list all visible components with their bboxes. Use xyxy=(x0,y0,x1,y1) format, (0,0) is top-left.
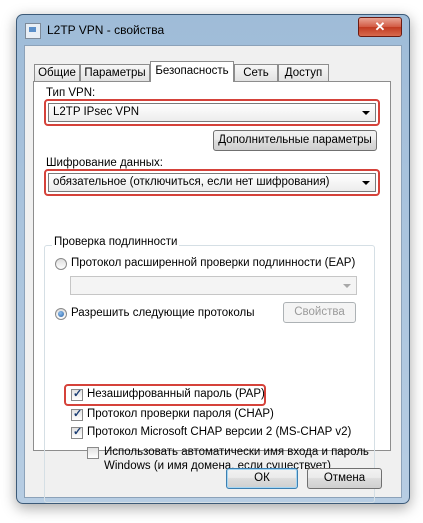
tab-networking[interactable]: Сеть xyxy=(234,64,278,81)
dialog-body: Общие Параметры Безопасность Сеть Доступ… xyxy=(24,45,402,503)
eap-method-select[interactable] xyxy=(70,276,357,295)
security-tab-panel: Тип VPN: L2TP IPsec VPN Дополнительные п… xyxy=(33,81,391,503)
vpn-type-label: Тип VPN: xyxy=(46,87,96,99)
encryption-select[interactable]: обязательное (отключиться, если нет шифр… xyxy=(48,173,376,192)
vpn-type-value: L2TP IPsec VPN xyxy=(53,106,140,118)
authentication-group-title: Проверка подлинности xyxy=(52,236,180,248)
chevron-down-icon xyxy=(362,111,370,115)
encryption-value: обязательное (отключиться, если нет шифр… xyxy=(53,176,330,188)
chap-label[interactable]: Протокол проверки пароля (CHAP) xyxy=(87,408,274,420)
title-bar[interactable]: L2TP VPN - свойства ✕ xyxy=(17,15,409,45)
properties-button[interactable]: Свойства xyxy=(283,302,356,323)
close-icon: ✕ xyxy=(374,19,386,34)
mschap-v2-checkbox[interactable] xyxy=(71,425,83,439)
allow-protocols-label[interactable]: Разрешить следующие протоколы xyxy=(71,307,254,319)
mschap-v2-label[interactable]: Протокол Microsoft CHAP версии 2 (MS-CHA… xyxy=(87,426,351,438)
close-button[interactable]: ✕ xyxy=(358,17,402,37)
properties-window: L2TP VPN - свойства ✕ Общие Параметры Бе… xyxy=(16,14,410,504)
cancel-button[interactable]: Отмена xyxy=(307,468,382,489)
pap-checkbox[interactable] xyxy=(71,387,83,401)
auto-logon-label-line1[interactable]: Использовать автоматически имя входа и п… xyxy=(104,446,369,458)
window-title: L2TP VPN - свойства xyxy=(47,23,165,37)
tab-options[interactable]: Параметры xyxy=(80,64,150,81)
tab-sharing[interactable]: Доступ xyxy=(278,64,329,81)
tab-general[interactable]: Общие xyxy=(34,64,80,81)
encryption-label: Шифрование данных: xyxy=(46,157,163,169)
advanced-settings-button[interactable]: Дополнительные параметры xyxy=(213,130,377,151)
auto-logon-checkbox[interactable] xyxy=(87,447,99,459)
tab-security[interactable]: Безопасность xyxy=(150,61,234,82)
network-connection-icon xyxy=(25,23,41,39)
eap-radio-label[interactable]: Протокол расширенной проверки подлинност… xyxy=(71,257,355,269)
chevron-down-icon xyxy=(362,181,370,185)
pap-label[interactable]: Незашифрованный пароль (PAP) xyxy=(87,388,265,400)
vpn-type-select[interactable]: L2TP IPsec VPN xyxy=(48,103,376,122)
eap-radio[interactable] xyxy=(55,258,67,270)
ok-button[interactable]: ОК xyxy=(226,468,298,489)
chevron-down-icon xyxy=(343,284,351,288)
chap-checkbox[interactable] xyxy=(71,407,83,421)
allow-protocols-radio[interactable] xyxy=(55,308,67,320)
